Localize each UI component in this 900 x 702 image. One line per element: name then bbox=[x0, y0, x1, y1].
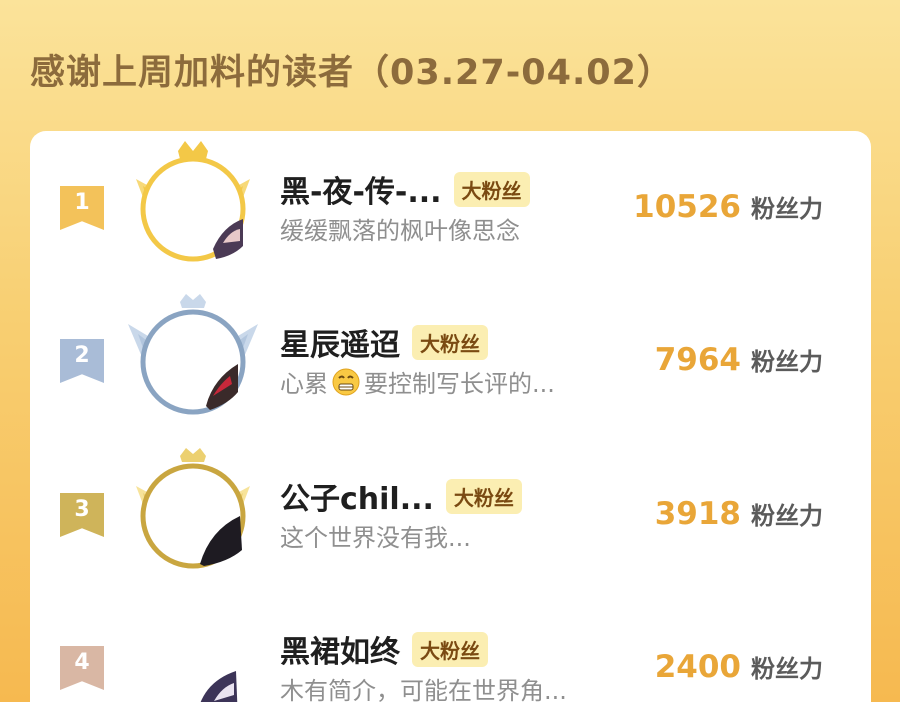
reader-row-2[interactable]: 2 星辰遥迢 大粉丝 心累 要控制写长评的... 7964 粉丝力 bbox=[30, 284, 871, 415]
reader-name[interactable]: 公子chil... bbox=[280, 474, 434, 518]
fan-power-unit: 粉丝力 bbox=[751, 348, 823, 376]
avatar-3[interactable] bbox=[118, 438, 268, 578]
avatar-4[interactable] bbox=[118, 591, 268, 702]
reader-bio: 这个世界没有我... bbox=[280, 524, 471, 552]
fan-power-value: 7964 bbox=[654, 342, 741, 378]
crown-frame-bronze-icon bbox=[136, 448, 250, 569]
fan-power-value: 10526 bbox=[633, 189, 741, 225]
fan-level-badge: 大粉丝 bbox=[453, 171, 530, 207]
fan-level-badge: 大粉丝 bbox=[445, 478, 522, 514]
fan-power-unit: 粉丝力 bbox=[751, 655, 823, 683]
page-title: 感谢上周加料的读者（03.27-04.02） bbox=[30, 53, 673, 93]
rank-ribbon-3: 3 bbox=[60, 493, 104, 537]
reader-row-3[interactable]: 3 公子chil... 大粉丝 这个世界没有我... 3918 粉丝力 bbox=[30, 438, 871, 569]
crown-frame-silver-icon bbox=[128, 294, 258, 415]
rank-number: 3 bbox=[74, 497, 90, 522]
fan-power: 3918 粉丝力 bbox=[655, 496, 823, 532]
reader-name[interactable]: 黑-夜-传-... bbox=[280, 167, 442, 211]
fan-power: 7964 粉丝力 bbox=[655, 342, 823, 378]
avatar-2[interactable] bbox=[118, 284, 268, 424]
fan-power-unit: 粉丝力 bbox=[751, 195, 823, 223]
avatar-image-icon bbox=[200, 671, 238, 702]
fan-power: 10526 粉丝力 bbox=[633, 189, 823, 225]
bio-text-after: 要控制写长评的... bbox=[364, 370, 555, 398]
reader-name[interactable]: 黑裙如终 bbox=[280, 627, 400, 671]
rank-number: 1 bbox=[74, 190, 90, 215]
grimacing-face-emoji-icon bbox=[332, 368, 360, 395]
reader-row-1[interactable]: 1 黑-夜-传-... 大粉丝 缓缓飘落的枫叶像思念 10526 粉丝力 bbox=[30, 131, 871, 262]
rank-ribbon-1: 1 bbox=[60, 186, 104, 230]
reader-bio: 木有简介，可能在世界角... bbox=[280, 677, 567, 702]
reader-bio: 缓缓飘落的枫叶像思念 bbox=[280, 217, 520, 245]
reader-ranking-list: 1 黑-夜-传-... 大粉丝 缓缓飘落的枫叶像思念 10526 粉丝力 2 星… bbox=[30, 131, 871, 702]
fan-power-value: 3918 bbox=[654, 496, 741, 532]
fan-power-value: 2400 bbox=[654, 649, 741, 685]
rank-ribbon-2: 2 bbox=[60, 339, 104, 383]
avatar-1[interactable] bbox=[118, 131, 268, 271]
fan-level-badge: 大粉丝 bbox=[412, 631, 488, 667]
reader-bio: 心累 要控制写长评的... bbox=[280, 364, 555, 399]
crown-frame-gold-icon bbox=[136, 141, 250, 262]
bio-text-before: 心累 bbox=[280, 370, 328, 398]
fan-power: 2400 粉丝力 bbox=[655, 649, 823, 685]
fan-level-badge: 大粉丝 bbox=[412, 324, 488, 360]
rank-number: 4 bbox=[74, 650, 90, 675]
fan-power-unit: 粉丝力 bbox=[751, 502, 823, 530]
rank-number: 2 bbox=[74, 343, 90, 368]
reader-name[interactable]: 星辰遥迢 bbox=[280, 320, 400, 364]
rank-ribbon-4: 4 bbox=[60, 646, 104, 690]
reader-row-4[interactable]: 4 黑裙如终 大粉丝 木有简介，可能在世界角... 2400 粉丝力 bbox=[30, 591, 871, 702]
